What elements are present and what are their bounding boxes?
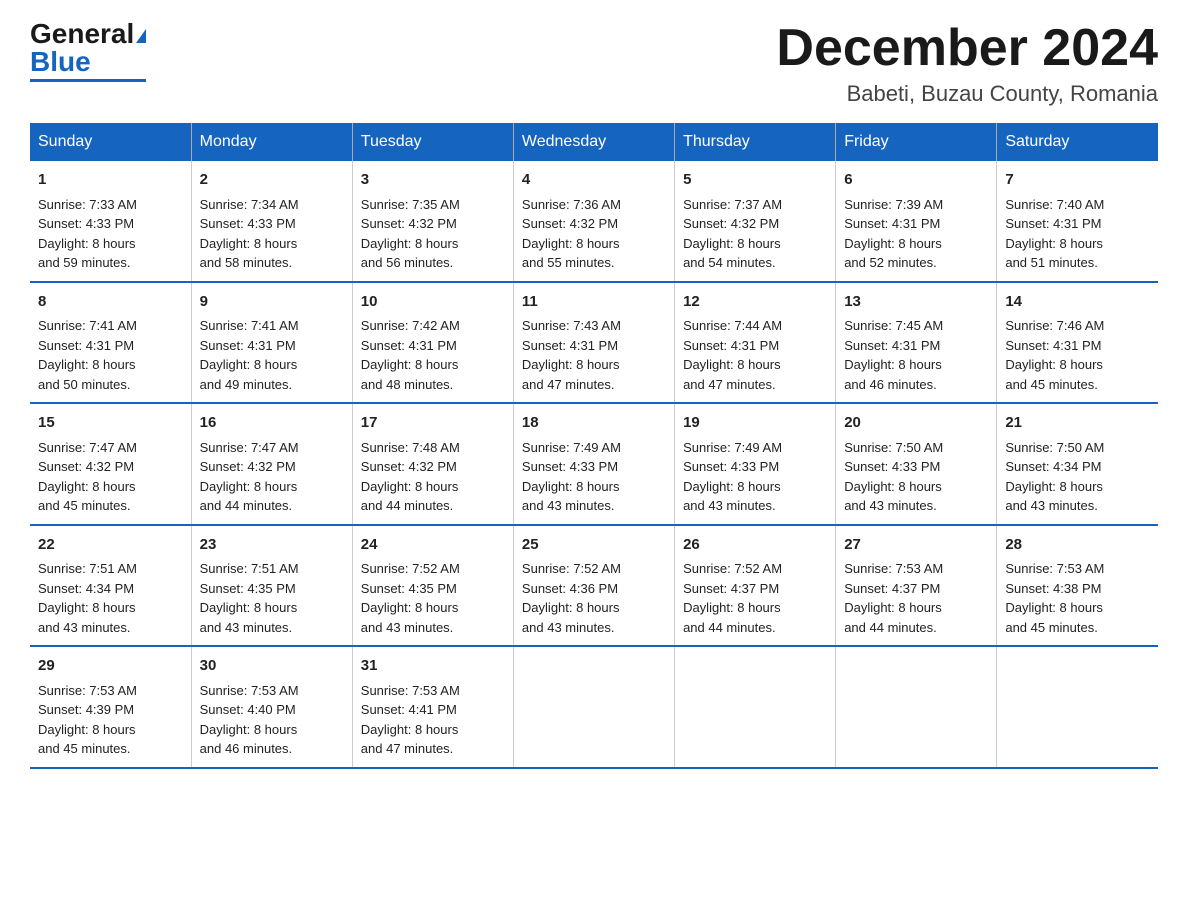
day-number: 27 — [844, 534, 988, 557]
calendar-table: SundayMondayTuesdayWednesdayThursdayFrid… — [30, 123, 1158, 769]
calendar-cell: 8Sunrise: 7:41 AMSunset: 4:31 PMDaylight… — [30, 282, 191, 404]
month-title: December 2024 — [776, 20, 1158, 77]
calendar-cell: 25Sunrise: 7:52 AMSunset: 4:36 PMDayligh… — [513, 525, 674, 647]
day-number: 2 — [200, 169, 344, 192]
calendar-cell: 6Sunrise: 7:39 AMSunset: 4:31 PMDaylight… — [836, 161, 997, 282]
logo-triangle-icon — [136, 29, 146, 43]
calendar-header: SundayMondayTuesdayWednesdayThursdayFrid… — [30, 123, 1158, 161]
day-number: 8 — [38, 291, 183, 314]
calendar-cell: 13Sunrise: 7:45 AMSunset: 4:31 PMDayligh… — [836, 282, 997, 404]
logo-general-text: General — [30, 18, 134, 49]
calendar-cell: 17Sunrise: 7:48 AMSunset: 4:32 PMDayligh… — [352, 403, 513, 525]
location-title: Babeti, Buzau County, Romania — [776, 81, 1158, 107]
calendar-cell: 31Sunrise: 7:53 AMSunset: 4:41 PMDayligh… — [352, 646, 513, 768]
day-number: 14 — [1005, 291, 1150, 314]
calendar-cell — [513, 646, 674, 768]
calendar-cell: 12Sunrise: 7:44 AMSunset: 4:31 PMDayligh… — [675, 282, 836, 404]
calendar-cell: 15Sunrise: 7:47 AMSunset: 4:32 PMDayligh… — [30, 403, 191, 525]
day-number: 6 — [844, 169, 988, 192]
weekday-header-tuesday: Tuesday — [352, 123, 513, 161]
calendar-cell: 22Sunrise: 7:51 AMSunset: 4:34 PMDayligh… — [30, 525, 191, 647]
calendar-cell — [997, 646, 1158, 768]
calendar-cell — [675, 646, 836, 768]
day-number: 12 — [683, 291, 827, 314]
calendar-cell: 1Sunrise: 7:33 AMSunset: 4:33 PMDaylight… — [30, 161, 191, 282]
day-number: 1 — [38, 169, 183, 192]
weekday-header-saturday: Saturday — [997, 123, 1158, 161]
weekday-header-wednesday: Wednesday — [513, 123, 674, 161]
day-number: 22 — [38, 534, 183, 557]
day-number: 11 — [522, 291, 666, 314]
day-number: 29 — [38, 655, 183, 678]
day-number: 9 — [200, 291, 344, 314]
calendar-cell: 11Sunrise: 7:43 AMSunset: 4:31 PMDayligh… — [513, 282, 674, 404]
title-section: December 2024 Babeti, Buzau County, Roma… — [776, 20, 1158, 107]
day-number: 17 — [361, 412, 505, 435]
calendar-cell — [836, 646, 997, 768]
calendar-cell: 28Sunrise: 7:53 AMSunset: 4:38 PMDayligh… — [997, 525, 1158, 647]
day-number: 25 — [522, 534, 666, 557]
calendar-cell: 16Sunrise: 7:47 AMSunset: 4:32 PMDayligh… — [191, 403, 352, 525]
calendar-cell: 29Sunrise: 7:53 AMSunset: 4:39 PMDayligh… — [30, 646, 191, 768]
day-number: 16 — [200, 412, 344, 435]
day-number: 10 — [361, 291, 505, 314]
day-number: 15 — [38, 412, 183, 435]
weekday-header-row: SundayMondayTuesdayWednesdayThursdayFrid… — [30, 123, 1158, 161]
calendar-cell: 21Sunrise: 7:50 AMSunset: 4:34 PMDayligh… — [997, 403, 1158, 525]
day-number: 18 — [522, 412, 666, 435]
calendar-cell: 26Sunrise: 7:52 AMSunset: 4:37 PMDayligh… — [675, 525, 836, 647]
calendar-cell: 2Sunrise: 7:34 AMSunset: 4:33 PMDaylight… — [191, 161, 352, 282]
calendar-cell: 20Sunrise: 7:50 AMSunset: 4:33 PMDayligh… — [836, 403, 997, 525]
calendar-cell: 27Sunrise: 7:53 AMSunset: 4:37 PMDayligh… — [836, 525, 997, 647]
day-number: 7 — [1005, 169, 1150, 192]
calendar-cell: 23Sunrise: 7:51 AMSunset: 4:35 PMDayligh… — [191, 525, 352, 647]
day-number: 21 — [1005, 412, 1150, 435]
day-number: 26 — [683, 534, 827, 557]
day-number: 20 — [844, 412, 988, 435]
day-number: 19 — [683, 412, 827, 435]
calendar-cell: 24Sunrise: 7:52 AMSunset: 4:35 PMDayligh… — [352, 525, 513, 647]
calendar-cell: 3Sunrise: 7:35 AMSunset: 4:32 PMDaylight… — [352, 161, 513, 282]
calendar-cell: 19Sunrise: 7:49 AMSunset: 4:33 PMDayligh… — [675, 403, 836, 525]
day-number: 24 — [361, 534, 505, 557]
calendar-cell: 30Sunrise: 7:53 AMSunset: 4:40 PMDayligh… — [191, 646, 352, 768]
weekday-header-friday: Friday — [836, 123, 997, 161]
weekday-header-monday: Monday — [191, 123, 352, 161]
day-number: 31 — [361, 655, 505, 678]
day-number: 4 — [522, 169, 666, 192]
day-number: 13 — [844, 291, 988, 314]
weekday-header-thursday: Thursday — [675, 123, 836, 161]
week-row-3: 15Sunrise: 7:47 AMSunset: 4:32 PMDayligh… — [30, 403, 1158, 525]
weekday-header-sunday: Sunday — [30, 123, 191, 161]
week-row-5: 29Sunrise: 7:53 AMSunset: 4:39 PMDayligh… — [30, 646, 1158, 768]
logo-blue-text: Blue — [30, 46, 91, 77]
calendar-cell: 7Sunrise: 7:40 AMSunset: 4:31 PMDaylight… — [997, 161, 1158, 282]
calendar-cell: 14Sunrise: 7:46 AMSunset: 4:31 PMDayligh… — [997, 282, 1158, 404]
day-number: 30 — [200, 655, 344, 678]
calendar-cell: 10Sunrise: 7:42 AMSunset: 4:31 PMDayligh… — [352, 282, 513, 404]
week-row-2: 8Sunrise: 7:41 AMSunset: 4:31 PMDaylight… — [30, 282, 1158, 404]
week-row-1: 1Sunrise: 7:33 AMSunset: 4:33 PMDaylight… — [30, 161, 1158, 282]
calendar-cell: 9Sunrise: 7:41 AMSunset: 4:31 PMDaylight… — [191, 282, 352, 404]
logo-underline — [30, 79, 146, 82]
day-number: 23 — [200, 534, 344, 557]
calendar-body: 1Sunrise: 7:33 AMSunset: 4:33 PMDaylight… — [30, 161, 1158, 768]
day-number: 28 — [1005, 534, 1150, 557]
day-number: 3 — [361, 169, 505, 192]
calendar-cell: 4Sunrise: 7:36 AMSunset: 4:32 PMDaylight… — [513, 161, 674, 282]
week-row-4: 22Sunrise: 7:51 AMSunset: 4:34 PMDayligh… — [30, 525, 1158, 647]
logo: General Blue — [30, 20, 146, 82]
calendar-cell: 18Sunrise: 7:49 AMSunset: 4:33 PMDayligh… — [513, 403, 674, 525]
page-header: General Blue December 2024 Babeti, Buzau… — [30, 20, 1158, 107]
day-number: 5 — [683, 169, 827, 192]
calendar-cell: 5Sunrise: 7:37 AMSunset: 4:32 PMDaylight… — [675, 161, 836, 282]
